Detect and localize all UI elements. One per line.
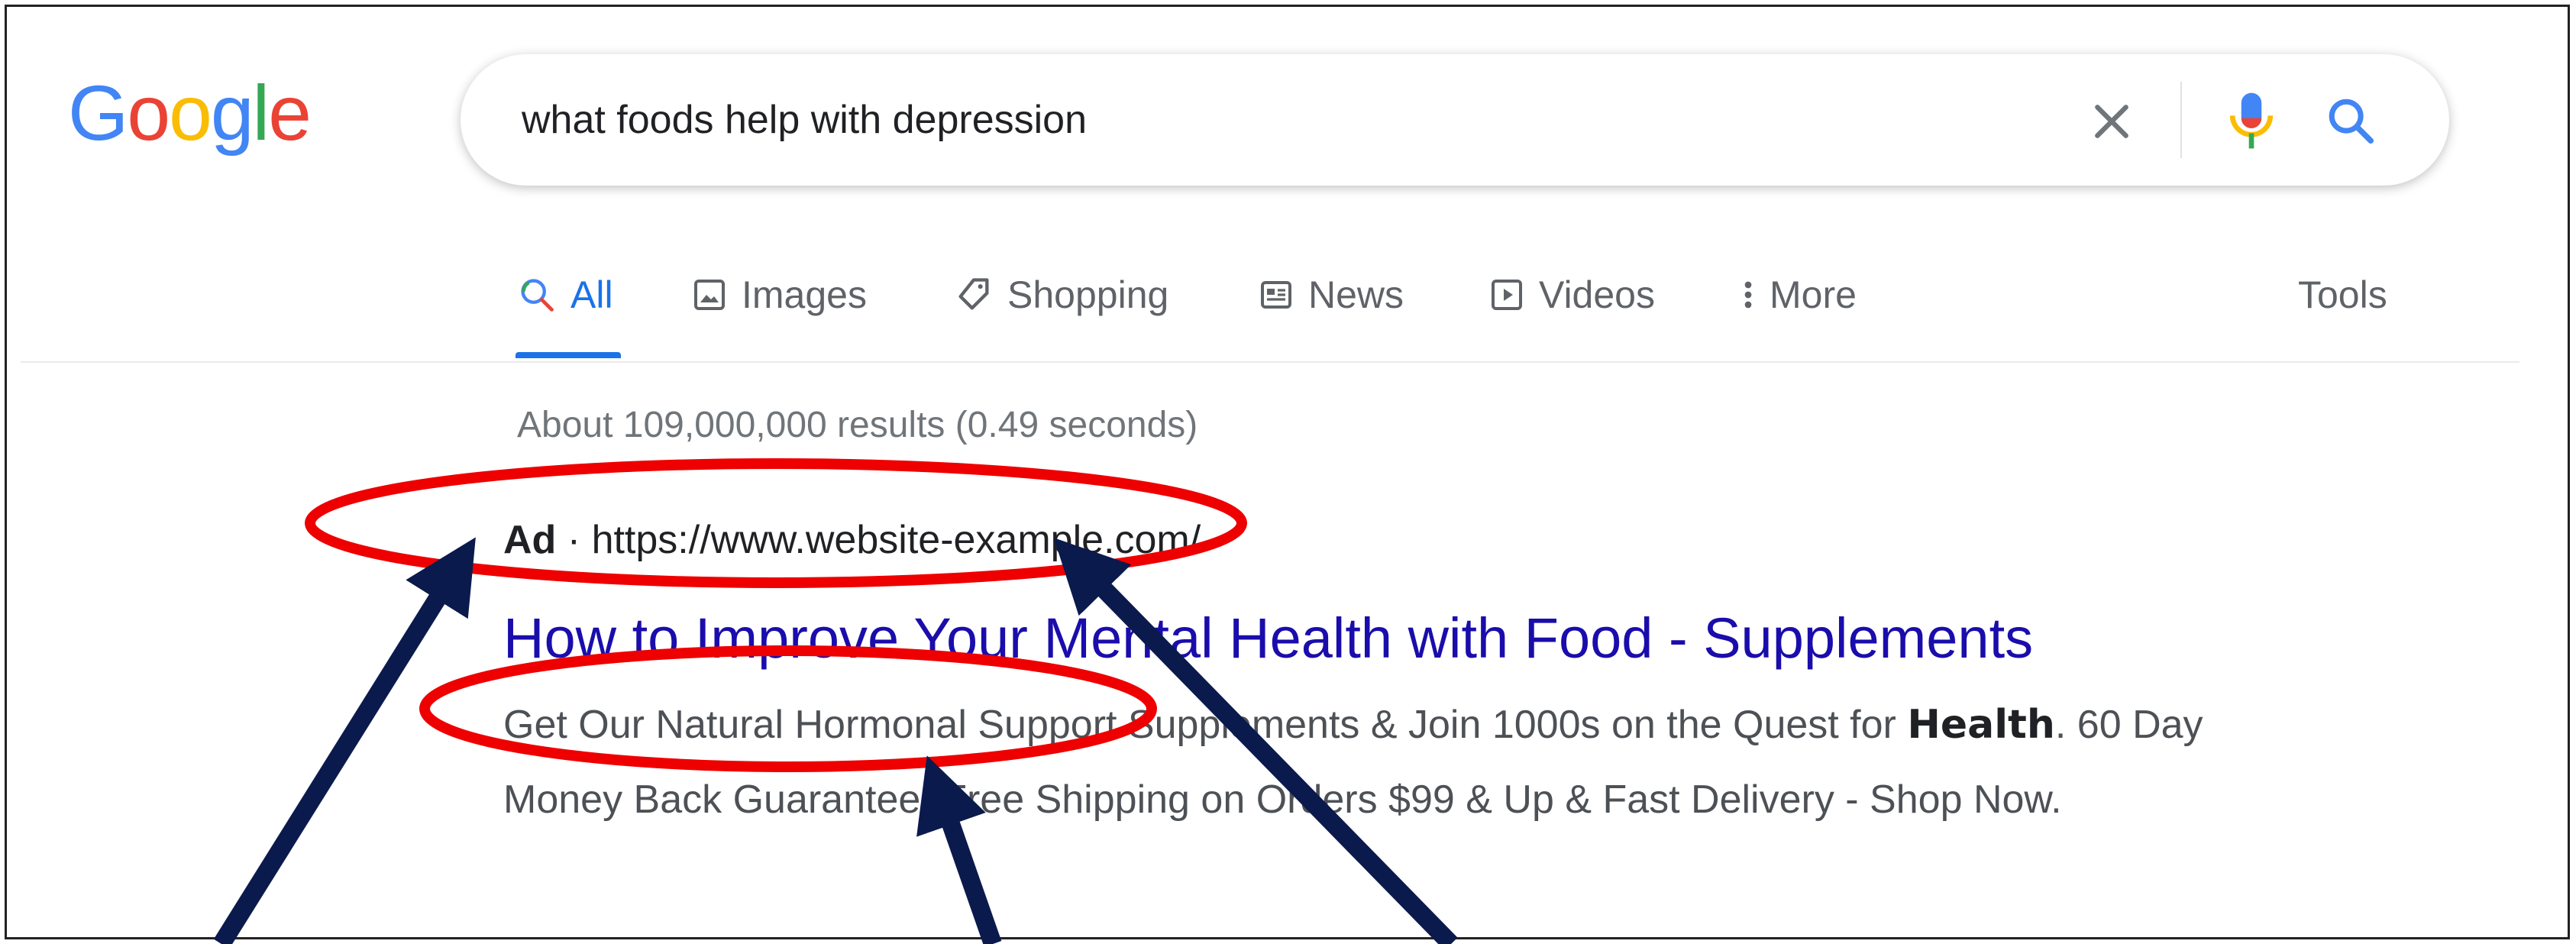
logo-letter: g — [210, 70, 254, 157]
news-icon — [1261, 281, 1291, 309]
image-icon — [694, 280, 725, 310]
search-icon[interactable] — [2324, 94, 2377, 147]
ad-description-line-1: Get Our Natural Hormonal Support Supplem… — [503, 702, 2203, 748]
more-vert-icon — [1744, 281, 1752, 309]
divider — [2180, 82, 2182, 158]
logo-letter: l — [252, 70, 270, 157]
ad-url[interactable]: https://www.website-example.com/ — [592, 518, 1201, 562]
separator: · — [567, 518, 581, 562]
screenshot-frame: Google what foods help with depression A… — [5, 5, 2570, 939]
logo-letter: e — [268, 70, 312, 157]
description-bold: Health — [1907, 702, 2055, 748]
search-box[interactable]: what foods help with depression — [461, 54, 2449, 186]
logo-letter: o — [169, 70, 212, 157]
search-icon — [521, 279, 554, 312]
tab-label: Videos — [1539, 273, 1655, 316]
tab-images[interactable]: Images — [691, 273, 867, 317]
ad-title-link[interactable]: How to Improve Your Mental Health with F… — [503, 606, 2033, 671]
divider — [21, 361, 2519, 363]
close-icon[interactable] — [2087, 97, 2136, 146]
tag-icon — [958, 278, 989, 310]
ad-url-line[interactable]: Ad · https://www.website-example.com/ — [503, 517, 1201, 563]
tab-label: All — [570, 273, 613, 316]
description-text: Get Our Natural Hormonal Support Supplem… — [503, 703, 1908, 747]
tab-news[interactable]: News — [1258, 273, 1404, 317]
logo-letter: G — [68, 70, 128, 157]
tab-more[interactable]: More — [1740, 273, 1857, 317]
search-input[interactable]: what foods help with depression — [522, 97, 1087, 143]
tab-label: Images — [742, 273, 867, 316]
google-logo[interactable]: Google — [68, 70, 312, 157]
tab-label: News — [1308, 273, 1404, 316]
tab-label: More — [1770, 273, 1857, 316]
ad-label: Ad — [503, 518, 557, 562]
logo-letter: o — [127, 70, 170, 157]
ad-description-line-2: Money Back Guarantee, Free Shipping on O… — [503, 778, 2062, 822]
result-stats: About 109,000,000 results (0.49 seconds) — [517, 405, 1198, 445]
tab-videos[interactable]: Videos — [1488, 273, 1655, 317]
description-text: . 60 Day — [2054, 703, 2203, 747]
tab-label: Tools — [2298, 273, 2387, 316]
tab-label: Shopping — [1007, 273, 1169, 316]
active-tab-indicator — [516, 352, 621, 358]
search-tabs: All Images Shopping News Videos More Too… — [7, 267, 2527, 358]
mic-icon[interactable] — [2221, 88, 2282, 154]
play-icon — [1492, 280, 1522, 310]
tab-all[interactable]: All — [517, 273, 613, 317]
tab-tools[interactable]: Tools — [2298, 273, 2387, 317]
tab-shopping[interactable]: Shopping — [954, 273, 1168, 317]
